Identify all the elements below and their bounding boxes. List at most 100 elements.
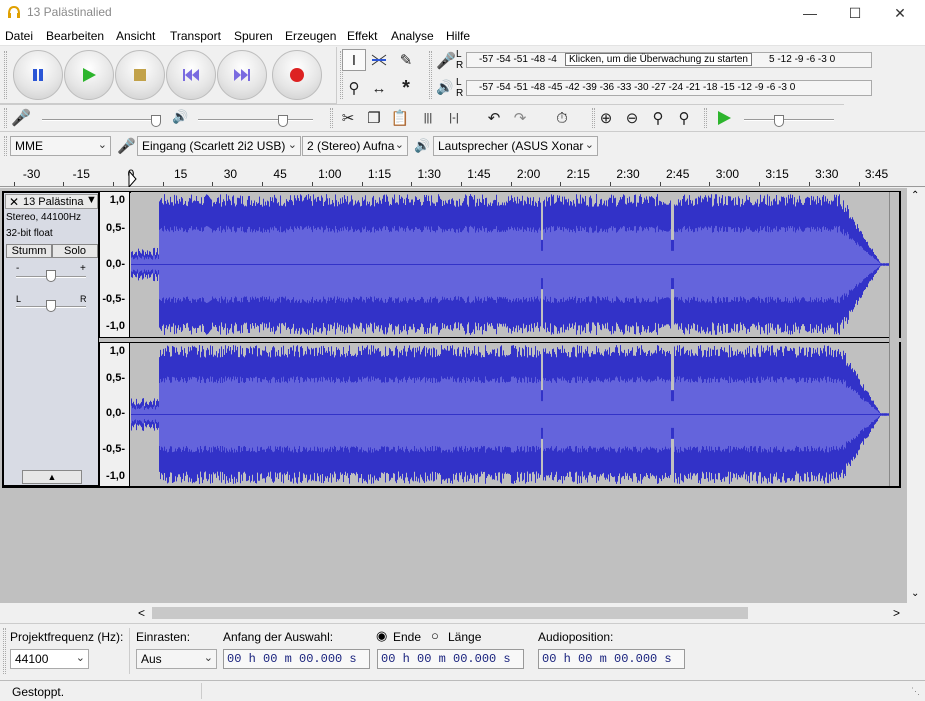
audio-host-select[interactable]: MME ⌄ [10,136,111,156]
snap-select[interactable]: Aus ⌄ [136,649,217,669]
toolbar-grip[interactable] [704,108,707,128]
close-window-button[interactable]: ✕ [877,0,923,26]
menu-analyse[interactable]: Analyse [391,29,434,43]
playback-volume-thumb[interactable] [278,115,288,127]
scroll-down-icon[interactable]: ⌄ [911,588,919,599]
fit-project-button[interactable]: ⚲ [672,107,696,129]
multi-tool-button[interactable]: * [394,77,418,99]
timeline-ruler[interactable]: -30-1501530451:001:151:301:452:002:152:3… [0,160,925,187]
menu-ansicht[interactable]: Ansicht [116,29,155,43]
input-channels-select[interactable]: 2 (Stereo) Aufna ⌄ [302,136,408,156]
audio-position-time[interactable]: 00 h 00 m 00.000 s [538,649,685,669]
play-speed-slider[interactable] [744,119,834,121]
zoom-tool-button[interactable]: ⚲ [342,77,366,99]
length-radio[interactable]: ○ [431,628,439,643]
track-control-panel[interactable]: ✕ 13 Palästina ▼ Stereo, 44100Hz 32-bit … [3,192,99,486]
ruler-tick [659,182,661,186]
menu-transport[interactable]: Transport [170,29,221,43]
envelope-tool-button[interactable] [367,49,391,71]
channel-2-scale[interactable]: 1,0 0,5- 0,0- -0,5- -1,0 [99,343,130,486]
toolbar-grip[interactable] [429,51,432,99]
length-radio-label: Länge [448,630,482,644]
horizontal-scroll-thumb[interactable] [152,607,748,619]
menu-effekt[interactable]: Effekt [347,29,377,43]
record-button[interactable] [272,50,322,100]
toolbar-grip[interactable] [4,51,7,99]
close-track-icon[interactable]: ✕ [9,195,19,209]
output-device-select[interactable]: Lautsprecher (ASUS Xonar ⌄ [433,136,598,156]
selection-start-time[interactable]: 00 h 00 m 00.000 s [223,649,370,669]
vertical-scrollbar[interactable]: ⌃ ⌄ [907,188,925,603]
skip-to-end-button[interactable] [217,50,267,100]
play-at-speed-button[interactable] [712,107,736,129]
menu-spuren[interactable]: Spuren [234,29,273,43]
horizontal-scrollbar[interactable]: < > [0,603,907,623]
timeshift-tool-button[interactable]: ↔ [367,77,391,99]
scroll-left-icon[interactable]: < [138,606,145,620]
playback-volume-slider[interactable] [198,119,313,121]
paste-button[interactable]: 📋 [388,107,412,129]
record-volume-thumb[interactable] [151,115,161,127]
playback-meter[interactable]: -57 -54 -51 -48 -45 -42 -39 -36 -33 -30 … [466,80,872,96]
menu-bearbeiten[interactable]: Bearbeiten [46,29,104,43]
toolbar-grip[interactable] [330,108,333,128]
window-title: 13 Palästinalied [27,5,112,19]
speaker-meter-icon[interactable]: 🔊 [436,79,453,96]
chevron-down-icon: ⌄ [287,139,297,151]
fit-selection-button[interactable]: ⚲ [646,107,670,129]
resize-grip-icon[interactable]: ⋱ [911,686,920,697]
maximize-button[interactable]: ☐ [832,0,878,26]
skip-to-start-button[interactable] [166,50,216,100]
cut-button[interactable]: ✂ [336,107,360,129]
mute-button[interactable]: Stumm [6,244,52,258]
zoom-out-button[interactable]: ⊖ [620,107,644,129]
menu-erzeugen[interactable]: Erzeugen [285,29,336,43]
pan-thumb[interactable] [46,300,56,312]
redo-button[interactable]: ↷ [508,107,532,129]
draw-tool-button[interactable]: ✎ [394,49,418,71]
selection-end-time[interactable]: 00 h 00 m 00.000 s [377,649,524,669]
solo-button[interactable]: Solo [52,244,98,258]
paste-icon: 📋 [390,110,410,127]
stop-icon [134,69,146,81]
ruler-tick [858,182,860,186]
trim-button[interactable]: ||| [416,107,440,129]
toolbar-grip[interactable] [4,136,7,156]
ruler-label: 30 [223,167,238,181]
track-menu-arrow-icon[interactable]: ▼ [86,194,97,206]
stop-button[interactable] [115,50,165,100]
undo-button[interactable]: ↶ [482,107,506,129]
toolbar-grip[interactable] [4,108,7,128]
record-meter[interactable]: -57 -54 -51 -48 -4 Klicken, um die Überw… [466,52,872,68]
zoom-in-button[interactable]: ⊕ [594,107,618,129]
record-volume-slider[interactable] [42,119,157,121]
chevron-down-icon: ⌄ [584,139,594,151]
edit-toolbar: ✂ ❐ 📋 ||| |-| ↶ ↷ ⏱ [330,104,592,131]
project-rate-select[interactable]: 44100 ⌄ [10,649,89,669]
toolbar-grip[interactable] [3,628,6,674]
skip-start-icon [183,69,199,81]
track-title-bar[interactable]: ✕ 13 Palästina ▼ [5,194,98,209]
menu-hilfe[interactable]: Hilfe [446,29,470,43]
selection-tool-button[interactable]: I [342,49,366,71]
status-bar: Gestoppt. ⋱ [0,680,925,701]
waveform-channel-right[interactable] [131,343,889,486]
copy-button[interactable]: ❐ [362,107,386,129]
scroll-up-icon[interactable]: ⌃ [911,190,919,201]
gain-thumb[interactable] [46,270,56,282]
menu-datei[interactable]: Datei [5,29,33,43]
scroll-right-icon[interactable]: > [893,606,900,620]
record-meter-mic-icon[interactable]: 🎤 [436,51,456,71]
end-radio[interactable]: ◉ [376,628,387,644]
play-speed-thumb[interactable] [774,115,784,127]
silence-button[interactable]: |-| [442,107,466,129]
channel-1-scale[interactable]: 1,0 0,5- 0,0- -0,5- -1,0 [99,192,130,337]
play-button[interactable] [64,50,114,100]
waveform-channel-left[interactable] [131,192,889,337]
collapse-track-button[interactable]: ▲ [22,470,82,484]
skip-end-icon [234,69,250,81]
pause-button[interactable] [13,50,63,100]
input-device-select[interactable]: Eingang (Scarlett 2i2 USB) ⌄ [137,136,301,156]
sync-lock-button[interactable]: ⏱ [550,107,574,129]
minimize-button[interactable]: — [787,0,833,26]
